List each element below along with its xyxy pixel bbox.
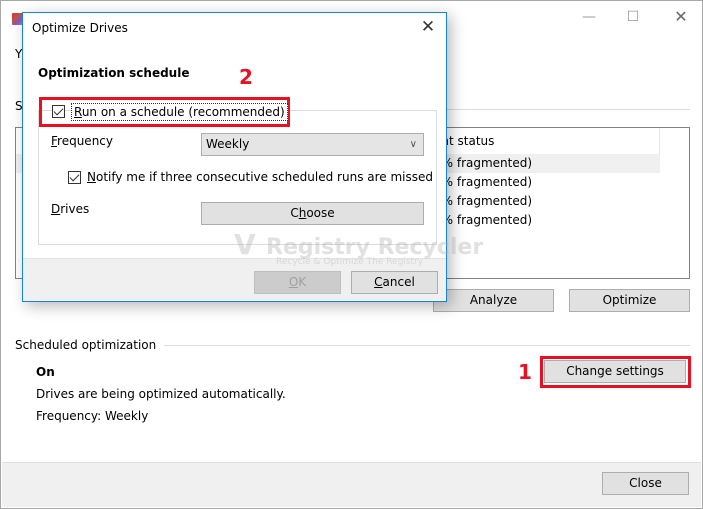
accel-key: N [87,170,96,184]
cancel-button[interactable]: Cancel [351,271,438,294]
callout-number-1: 1 [518,360,532,384]
analyze-button[interactable]: Analyze [433,289,554,312]
label-text: C [290,206,299,220]
frequency-select[interactable]: Weekly ∨ [201,133,424,156]
frequency-label: Frequency [51,134,113,148]
scheduled-optimization-label: Scheduled optimization [15,338,157,352]
schedule-description: Drives are being optimized automatically… [36,387,286,401]
label-text: un on a schedule (recommended) [81,105,285,119]
drives-label: Drives [51,202,89,216]
frequency-value: Weekly [206,137,250,151]
chevron-down-icon: ∨ [409,139,417,150]
label-text: oose [306,206,335,220]
scheduled-separator [164,345,690,346]
label-text: K [298,275,307,289]
drive-status: 5% fragmented) [434,156,533,170]
minimize-button[interactable]: — [571,5,607,29]
accel-key: D [51,202,61,216]
run-on-schedule-label[interactable]: Run on a schedule (recommended) [71,103,288,121]
ok-button[interactable]: OK [254,271,341,294]
drive-status: 0% fragmented) [434,213,533,227]
close-button[interactable]: Close [602,472,689,495]
label-text: rives [60,202,90,216]
window-footer [2,462,701,507]
schedule-frequency: Frequency: Weekly [36,409,149,423]
maximize-button[interactable]: ☐ [615,5,651,29]
accel-key: O [288,275,299,289]
window-close-button[interactable]: ✕ [663,5,699,29]
schedule-state: On [36,365,55,379]
accel-key: C [374,275,383,289]
callout-number-2: 2 [239,65,253,89]
callout-highlight-1 [540,356,691,388]
label-text: ancel [382,275,415,289]
dialog-title: Optimize Drives [32,21,128,35]
run-on-schedule-checkbox[interactable] [52,105,65,118]
accel-key: R [74,105,82,119]
drive-status: 0% fragmented) [434,194,533,208]
label-text: requency [57,134,113,148]
drive-status: 0% fragmented) [434,175,533,189]
label-text: otify me if three consecutive scheduled … [95,170,434,184]
notify-missed-runs-label[interactable]: Notify me if three consecutive scheduled… [87,170,433,184]
dialog-close-icon[interactable]: ✕ [416,15,440,39]
notify-missed-runs-checkbox[interactable] [68,171,81,184]
optimize-button[interactable]: Optimize [569,289,690,312]
optimize-schedule-dialog: Optimize Drives ✕ Optimization schedule … [22,12,447,302]
dialog-heading: Optimization schedule [38,66,190,80]
choose-drives-button[interactable]: Choose [201,202,424,225]
